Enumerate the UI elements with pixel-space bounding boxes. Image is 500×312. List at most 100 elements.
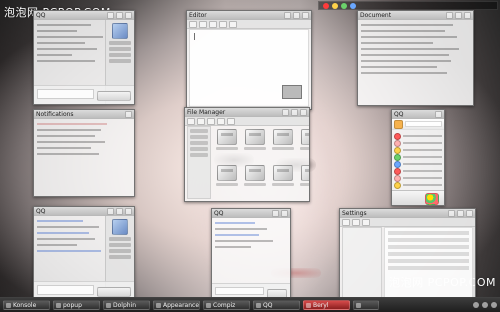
window-chat-2[interactable]: QQ [33, 206, 135, 301]
close-icon[interactable] [125, 11, 132, 19]
taskbar-item[interactable]: Appearance [153, 300, 200, 310]
window-buddy-list[interactable]: QQ [391, 109, 445, 206]
window-editor[interactable]: Editor [186, 10, 312, 110]
up-icon[interactable] [207, 117, 215, 125]
taskbar-item-active[interactable]: Beryl [303, 300, 350, 310]
close-icon[interactable] [125, 110, 132, 118]
window-file-manager[interactable]: File Manager [184, 107, 310, 202]
toolbar-button[interactable] [199, 20, 207, 28]
send-button[interactable] [97, 91, 131, 101]
file-item[interactable] [244, 165, 266, 195]
taskbar-item[interactable]: Konsole [3, 300, 50, 310]
close-icon[interactable] [302, 11, 309, 19]
window-titlebar[interactable]: QQ [392, 110, 444, 119]
tree-item[interactable] [190, 135, 208, 139]
send-button[interactable] [97, 287, 131, 297]
maximize-icon[interactable] [457, 209, 464, 217]
maximize-icon[interactable] [116, 11, 123, 19]
settings-row[interactable] [388, 245, 469, 249]
settings-row[interactable] [388, 259, 469, 263]
tray-icon[interactable] [473, 302, 479, 308]
minimize-icon[interactable] [284, 11, 291, 19]
tree-item[interactable] [190, 141, 208, 145]
tree-item[interactable] [190, 147, 208, 151]
window-titlebar[interactable]: QQ [34, 11, 134, 20]
forward-icon[interactable] [197, 117, 205, 125]
notification-item[interactable] [37, 151, 131, 157]
window-chat-3[interactable]: QQ [211, 208, 291, 301]
toolbar-button[interactable] [229, 20, 237, 28]
buddy-item[interactable] [394, 153, 442, 161]
window-titlebar[interactable]: Document [358, 11, 473, 20]
window-chat-1[interactable]: QQ [33, 10, 135, 105]
file-item[interactable] [244, 129, 266, 159]
taskbar-item[interactable]: popup [53, 300, 100, 310]
window-titlebar[interactable]: Editor [187, 11, 311, 20]
search-input[interactable] [405, 121, 442, 127]
message-input[interactable] [37, 285, 94, 295]
folder-tree[interactable] [187, 126, 211, 199]
window-settings[interactable]: Settings [339, 208, 476, 302]
window-titlebar[interactable]: File Manager [185, 108, 309, 117]
taskbar-item[interactable]: QQ [253, 300, 300, 310]
window-titlebar[interactable]: QQ [34, 207, 134, 216]
close-icon[interactable] [281, 209, 288, 217]
minimize-icon[interactable] [448, 209, 455, 217]
taskbar-item[interactable] [353, 300, 379, 310]
close-icon[interactable] [466, 209, 473, 217]
close-icon[interactable] [435, 110, 442, 118]
maximize-icon[interactable] [455, 11, 462, 19]
taskbar-item[interactable]: Compiz [203, 300, 250, 310]
settings-row[interactable] [388, 266, 469, 270]
window-titlebar[interactable]: Settings [340, 209, 475, 218]
tray-icon[interactable] [482, 302, 488, 308]
settings-row[interactable] [388, 252, 469, 256]
minimize-icon[interactable] [282, 108, 289, 116]
tray-icon[interactable] [491, 302, 497, 308]
file-item[interactable] [216, 165, 238, 195]
message-input[interactable] [37, 89, 94, 99]
buddy-item[interactable] [394, 160, 442, 168]
file-item[interactable] [272, 165, 294, 195]
minimize-icon[interactable] [107, 207, 114, 215]
buddy-item[interactable] [394, 167, 442, 175]
window-notifications[interactable]: Notifications [33, 109, 135, 197]
file-item[interactable] [216, 129, 238, 159]
close-icon[interactable] [464, 11, 471, 19]
tree-item[interactable] [190, 129, 208, 133]
minimize-icon[interactable] [107, 11, 114, 19]
settings-row[interactable] [388, 238, 469, 242]
toolbar-button[interactable] [342, 218, 350, 226]
settings-sidebar[interactable] [342, 227, 382, 299]
file-item[interactable] [272, 129, 294, 159]
close-icon[interactable] [300, 108, 307, 116]
buddy-item[interactable] [394, 174, 442, 182]
buddy-item[interactable] [394, 146, 442, 154]
settings-row[interactable] [388, 231, 469, 235]
view-icon[interactable] [227, 117, 235, 125]
minimize-icon[interactable] [446, 11, 453, 19]
file-item[interactable] [300, 129, 309, 159]
close-icon[interactable] [125, 207, 132, 215]
minimize-icon[interactable] [272, 209, 279, 217]
window-titlebar[interactable]: Notifications [34, 110, 134, 119]
tree-item[interactable] [190, 153, 208, 157]
toolbar-button[interactable] [352, 218, 360, 226]
home-icon[interactable] [217, 117, 225, 125]
text-editor[interactable] [189, 29, 309, 107]
maximize-icon[interactable] [291, 108, 298, 116]
file-item[interactable] [300, 165, 309, 195]
buddy-item[interactable] [394, 132, 442, 140]
toolbar-button[interactable] [362, 218, 370, 226]
toolbar-button[interactable] [189, 20, 197, 28]
buddy-item[interactable] [394, 139, 442, 147]
toolbar-button[interactable] [209, 20, 217, 28]
window-titlebar[interactable]: QQ [212, 209, 290, 218]
back-icon[interactable] [187, 117, 195, 125]
maximize-icon[interactable] [116, 207, 123, 215]
window-document[interactable]: Document [357, 10, 474, 106]
toolbar-button[interactable] [219, 20, 227, 28]
maximize-icon[interactable] [293, 11, 300, 19]
message-input[interactable] [215, 287, 264, 295]
taskbar-item[interactable]: Dolphin [103, 300, 150, 310]
